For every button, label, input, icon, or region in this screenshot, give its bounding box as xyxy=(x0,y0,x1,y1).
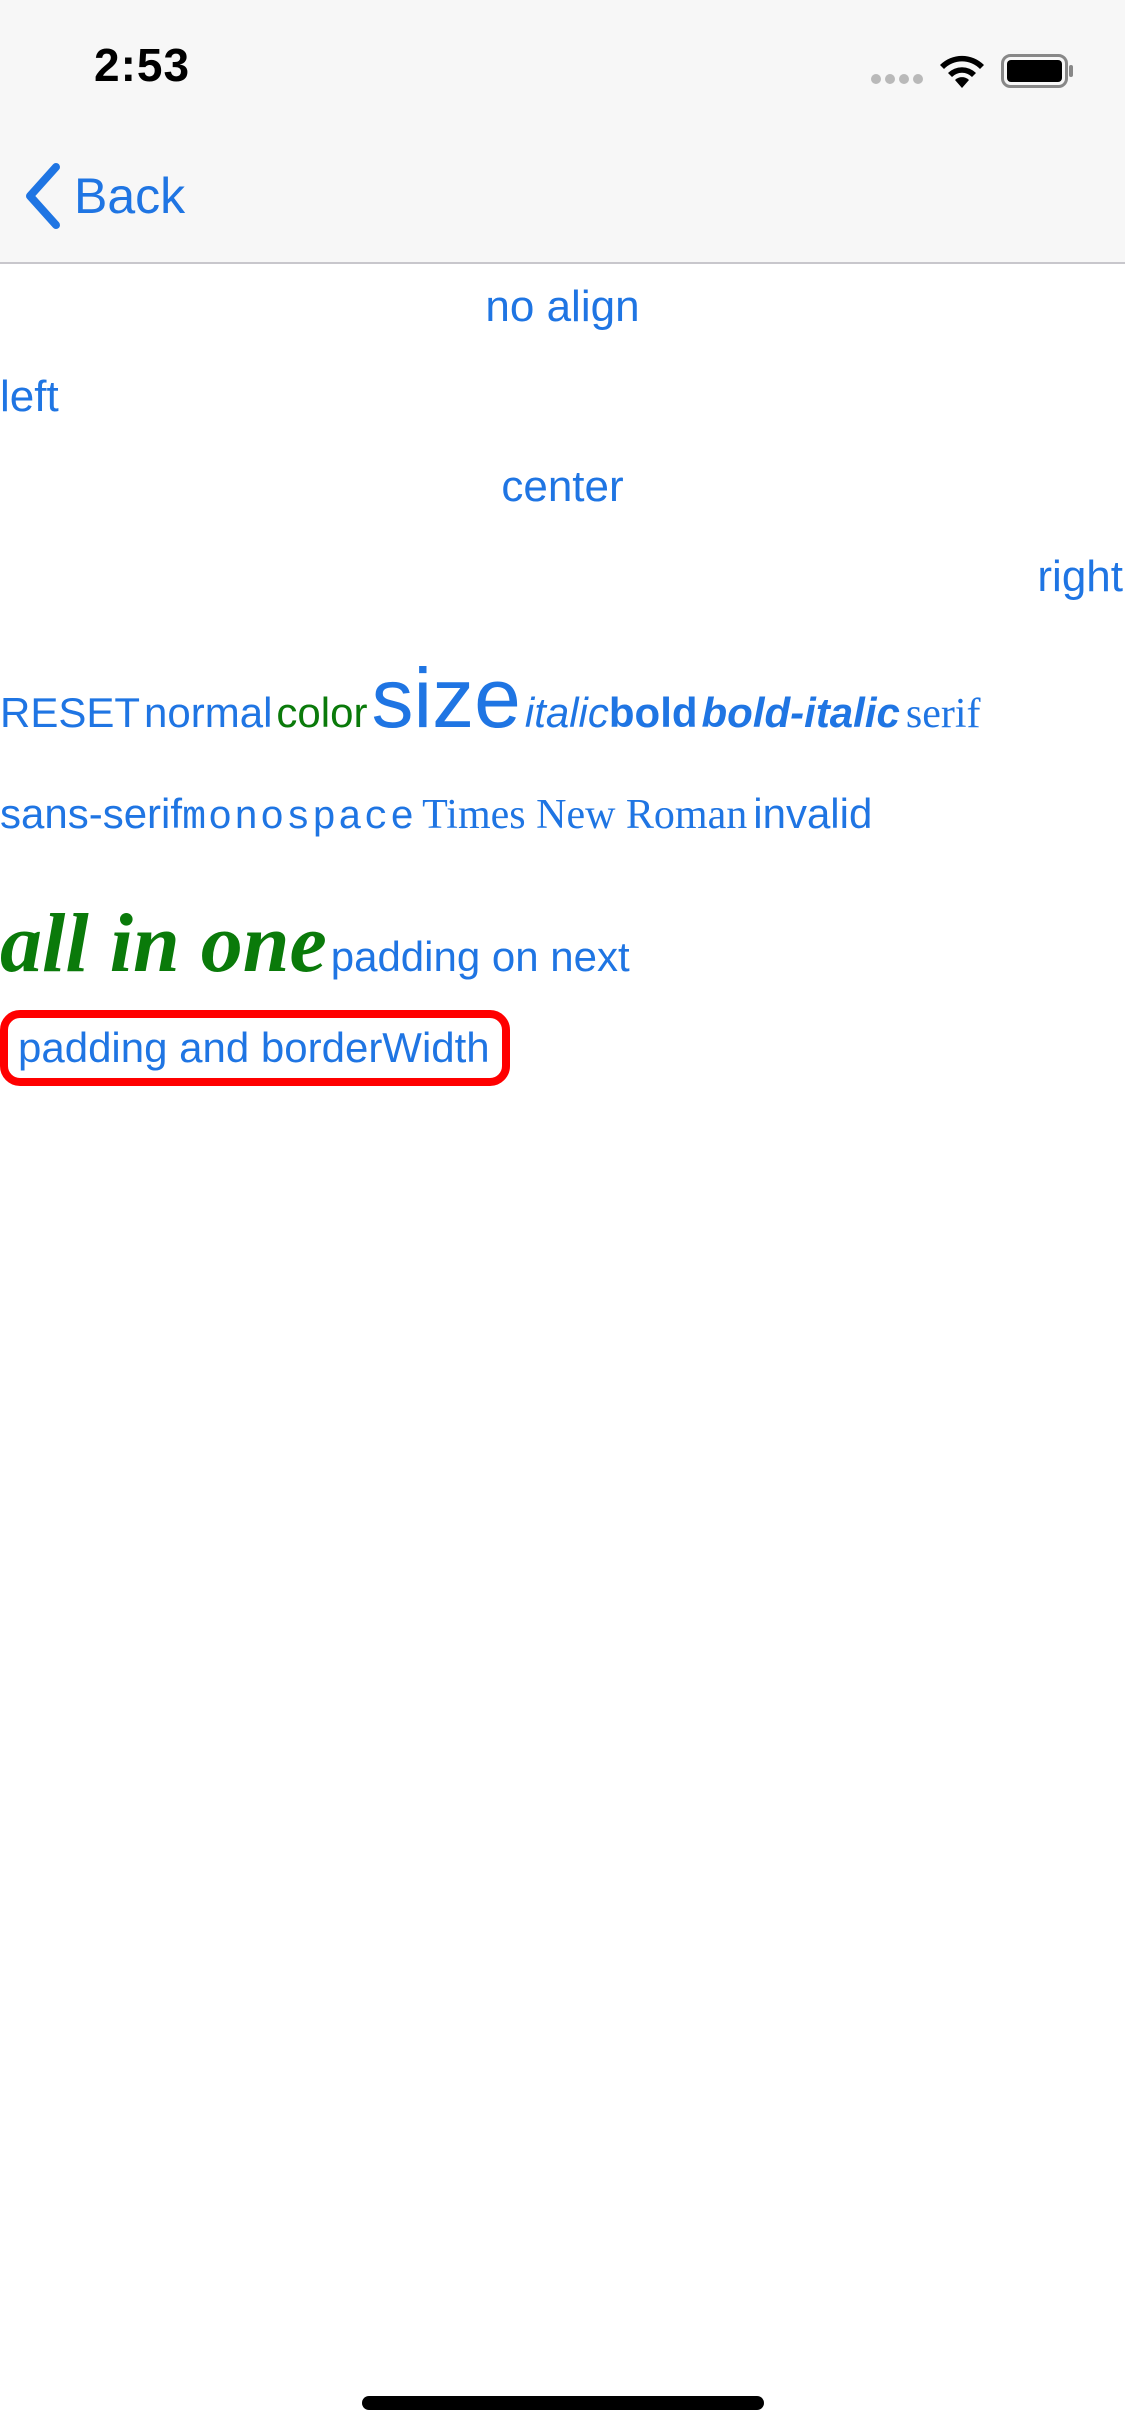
text-monospace: monospace xyxy=(182,796,417,841)
text-left: left xyxy=(0,372,59,421)
battery-icon xyxy=(1001,54,1073,88)
text-bold-italic: bold-italic xyxy=(701,689,900,736)
font-family-row: sans-serif monospace Times New Roman inv… xyxy=(0,790,1125,860)
back-button[interactable]: Back xyxy=(22,160,185,232)
wifi-icon xyxy=(940,55,984,88)
text-normal: normal xyxy=(144,689,273,736)
combined-style-row: all in one padding on next xyxy=(0,895,1125,990)
text-center: center xyxy=(501,462,624,511)
text-sans-serif: sans-serif xyxy=(0,790,183,837)
back-label: Back xyxy=(74,168,186,224)
bordered-text-box: padding and borderWidth xyxy=(0,1010,510,1086)
text-color: color xyxy=(276,689,368,736)
status-icons xyxy=(871,50,1081,90)
cellular-signal-icon xyxy=(871,74,925,84)
text-all-in-one: all in one xyxy=(0,897,327,990)
text-italic: italic xyxy=(524,689,609,736)
chevron-left-icon xyxy=(26,163,60,229)
text-size: size xyxy=(371,651,521,745)
style-variants-row: RESET normal color size italic bold bold… xyxy=(0,650,1125,760)
text-serif: serif xyxy=(905,691,981,737)
text-reset: RESET xyxy=(0,689,141,736)
text-padding-on-next: padding on next xyxy=(330,933,630,980)
text-times-new-roman: Times New Roman xyxy=(422,792,748,838)
text-invalid: invalid xyxy=(753,790,873,837)
text-no-align: no align xyxy=(485,282,640,331)
navigation-bar: 2:53 Back xyxy=(0,0,1125,264)
status-time: 2:53 xyxy=(94,39,191,91)
text-bold: bold xyxy=(608,689,698,736)
home-indicator[interactable] xyxy=(362,2396,764,2410)
text-right: right xyxy=(1037,552,1123,601)
